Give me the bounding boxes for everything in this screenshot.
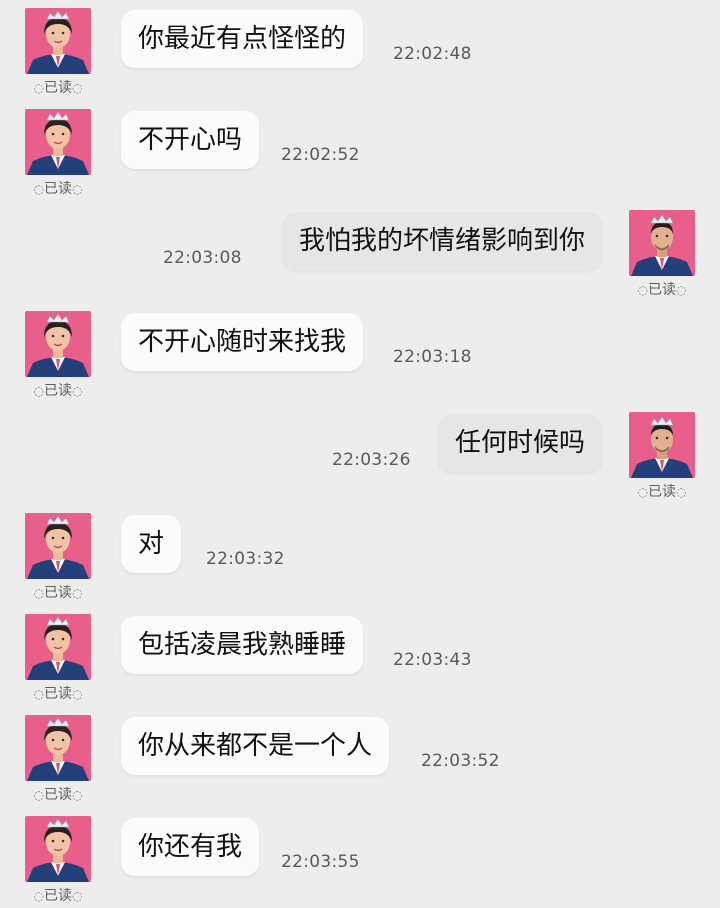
read-receipt-icon: ◌	[72, 788, 83, 802]
avatar[interactable]	[25, 816, 91, 882]
avatar[interactable]	[629, 210, 695, 276]
avatar[interactable]	[25, 311, 91, 377]
message-row: ◌已读◌ 我怕我的坏情绪影响到你 22:03:08	[0, 202, 720, 302]
message-row: ◌已读◌ 包括凌晨我熟睡睡 22:03:43	[0, 606, 720, 706]
message-row: ◌已读◌ 你还有我 22:03:55	[0, 808, 720, 908]
read-receipt-icon: ◌	[637, 485, 648, 499]
message-bubble[interactable]: 你还有我	[121, 818, 260, 876]
avatar[interactable]	[25, 715, 91, 781]
message-time: 22:03:52	[421, 751, 500, 771]
read-receipt: ◌已读◌	[33, 686, 83, 702]
avatar-woman-icon	[25, 8, 91, 74]
avatar-woman-icon	[25, 513, 91, 579]
read-receipt: ◌已读◌	[33, 80, 83, 96]
read-receipt: ◌已读◌	[33, 888, 83, 904]
message-bubble[interactable]: 我怕我的坏情绪影响到你	[281, 212, 602, 270]
read-receipt-icon: ◌	[33, 687, 44, 701]
avatar[interactable]	[25, 614, 91, 680]
read-receipt: ◌已读◌	[33, 787, 83, 803]
avatar-woman-icon	[25, 109, 91, 175]
avatar[interactable]	[25, 109, 91, 175]
read-receipt: ◌已读◌	[33, 181, 83, 197]
read-receipt: ◌已读◌	[33, 383, 83, 399]
avatar[interactable]	[629, 412, 695, 478]
read-receipt-icon: ◌	[33, 889, 44, 903]
message-bubble[interactable]: 你最近有点怪怪的	[121, 10, 364, 68]
read-receipt-icon: ◌	[33, 384, 44, 398]
read-receipt-icon: ◌	[676, 283, 687, 297]
message-bubble[interactable]: 不开心随时来找我	[121, 313, 364, 371]
message-bubble[interactable]: 包括凌晨我熟睡睡	[121, 616, 364, 674]
message-time: 22:03:26	[332, 450, 411, 470]
read-receipt: ◌已读◌	[33, 585, 83, 601]
message-row: ◌已读◌ 不开心吗 22:02:52	[0, 101, 720, 201]
read-receipt-icon: ◌	[72, 182, 83, 196]
message-row: ◌已读◌ 不开心随时来找我 22:03:18	[0, 303, 720, 403]
message-row: ◌已读◌ 你从来都不是一个人 22:03:52	[0, 707, 720, 807]
read-receipt-icon: ◌	[33, 81, 44, 95]
message-time: 22:03:18	[393, 347, 472, 367]
read-receipt: ◌已读◌	[637, 484, 687, 500]
message-time: 22:03:32	[206, 549, 285, 569]
avatar-woman-icon	[25, 816, 91, 882]
message-time: 22:03:55	[281, 852, 360, 872]
avatar-woman-icon	[25, 614, 91, 680]
message-time: 22:02:52	[281, 145, 360, 165]
message-row: ◌已读◌ 任何时候吗 22:03:26	[0, 404, 720, 504]
avatar[interactable]	[25, 513, 91, 579]
avatar-woman-icon	[25, 311, 91, 377]
message-bubble[interactable]: 对	[121, 515, 182, 573]
message-bubble[interactable]: 你从来都不是一个人	[121, 717, 390, 775]
message-bubble[interactable]: 不开心吗	[121, 111, 260, 169]
read-receipt-icon: ◌	[72, 81, 83, 95]
message-row: ◌已读◌ 你最近有点怪怪的 22:02:48	[0, 0, 720, 100]
message-bubble[interactable]: 任何时候吗	[437, 414, 602, 472]
read-receipt-icon: ◌	[676, 485, 687, 499]
read-receipt-icon: ◌	[72, 687, 83, 701]
avatar-man-icon	[629, 412, 695, 478]
read-receipt-icon: ◌	[72, 384, 83, 398]
message-row: ◌已读◌ 对 22:03:32	[0, 505, 720, 605]
message-time: 22:02:48	[393, 44, 472, 64]
avatar-woman-icon	[25, 715, 91, 781]
message-time: 22:03:08	[163, 248, 242, 268]
read-receipt-icon: ◌	[33, 788, 44, 802]
message-time: 22:03:43	[393, 650, 472, 670]
avatar-man-icon	[629, 210, 695, 276]
read-receipt-icon: ◌	[33, 182, 44, 196]
read-receipt-icon: ◌	[637, 283, 648, 297]
avatar[interactable]	[25, 8, 91, 74]
read-receipt-icon: ◌	[72, 586, 83, 600]
read-receipt-icon: ◌	[33, 586, 44, 600]
read-receipt-icon: ◌	[72, 889, 83, 903]
read-receipt: ◌已读◌	[637, 282, 687, 298]
